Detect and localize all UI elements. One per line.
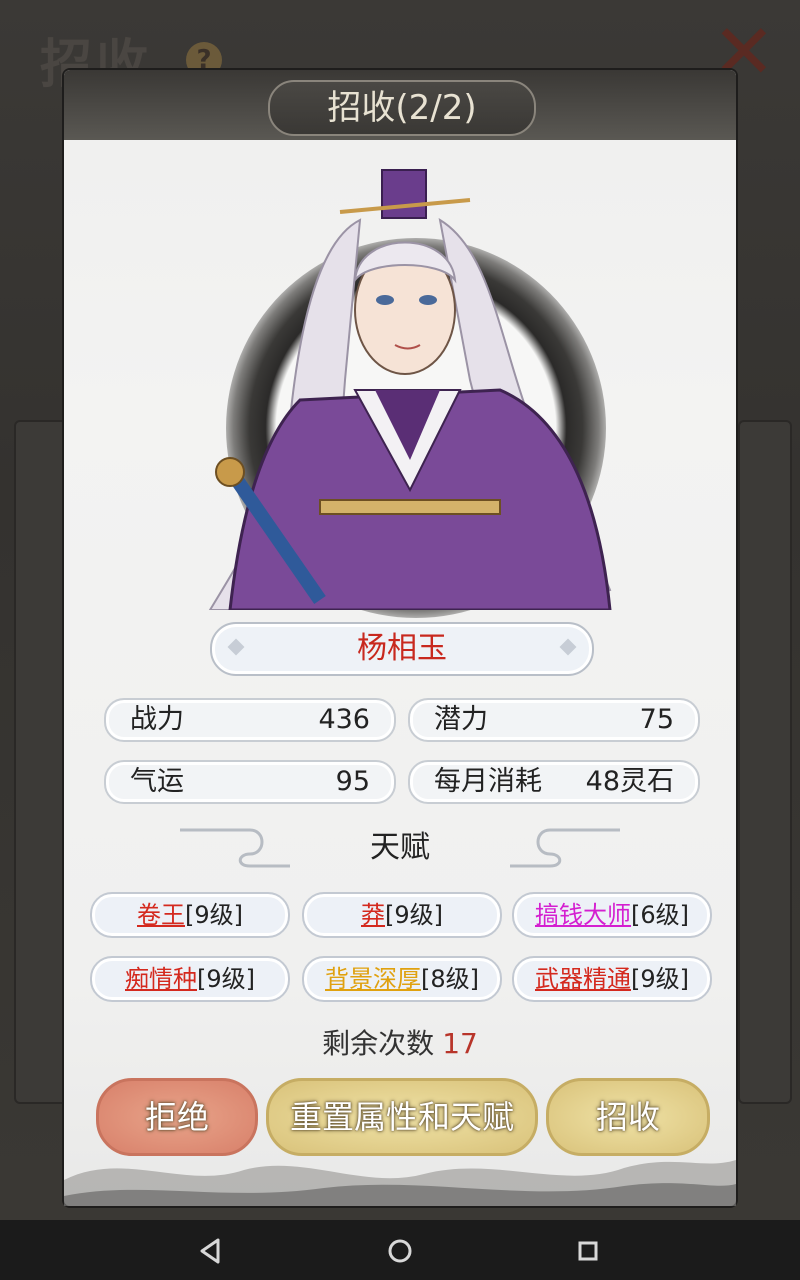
stat-luck-label: 气运: [130, 766, 184, 797]
talent-name: 武器精通: [535, 965, 631, 993]
stat-monthly-cost-label: 每月消耗: [434, 766, 542, 797]
talents-title: 天赋: [370, 830, 430, 865]
talent-item[interactable]: 背景深厚[8级]: [302, 956, 502, 1002]
talent-name: 痴情种: [125, 965, 197, 993]
character-name-plate: 杨相玉: [210, 622, 594, 676]
name-plate-right-ornament: [559, 638, 577, 656]
stat-potential-value: 75: [639, 704, 674, 735]
talent-level: [9级]: [197, 965, 255, 993]
talent-name: 卷王: [137, 901, 185, 929]
stat-power-value: 436: [318, 704, 370, 735]
name-plate-left-ornament: [227, 638, 245, 656]
talent-name: 背景深厚: [325, 965, 421, 993]
talent-level: [9级]: [631, 965, 689, 993]
talent-item[interactable]: 卷王[9级]: [90, 892, 290, 938]
talent-level: [8级]: [421, 965, 479, 993]
remaining-count: 剩余次数 17: [0, 1022, 800, 1062]
navigation-bar: [0, 1220, 800, 1280]
background-panel-right: [738, 420, 792, 1104]
character-portrait: [208, 169, 612, 610]
talent-level: [9级]: [185, 901, 243, 929]
stat-potential: 潜力 75: [408, 698, 700, 742]
stat-luck: 气运 95: [104, 760, 396, 804]
talent-item[interactable]: 武器精通[9级]: [512, 956, 712, 1002]
stat-power-label: 战力: [130, 704, 184, 735]
talent-item[interactable]: 痴情种[9级]: [90, 956, 290, 1002]
stat-monthly-cost-value: 48灵石: [585, 766, 674, 797]
talent-level: [9级]: [385, 901, 443, 929]
talent-item[interactable]: 搞钱大师[6级]: [512, 892, 712, 938]
remaining-value: 17: [442, 1027, 478, 1060]
background-panel-left: [14, 420, 68, 1104]
character-name: 杨相玉: [357, 631, 447, 666]
talent-name: 莽: [361, 901, 385, 929]
stat-potential-label: 潜力: [434, 704, 488, 735]
stat-luck-value: 95: [335, 766, 370, 797]
back-triangle-icon[interactable]: [194, 1234, 228, 1268]
remaining-label: 剩余次数: [322, 1027, 435, 1060]
talent-item[interactable]: 莽[9级]: [302, 892, 502, 938]
talent-name: 搞钱大师: [535, 901, 631, 929]
stat-monthly-cost: 每月消耗 48灵石: [408, 760, 700, 804]
stat-power: 战力 436: [104, 698, 396, 742]
home-circle-icon[interactable]: [383, 1234, 417, 1268]
talent-level: [6级]: [631, 901, 689, 929]
recents-square-icon[interactable]: [571, 1234, 605, 1268]
dialog-title: 招收(2/2): [268, 80, 536, 136]
ink-mountains-decoration: [64, 1160, 736, 1206]
